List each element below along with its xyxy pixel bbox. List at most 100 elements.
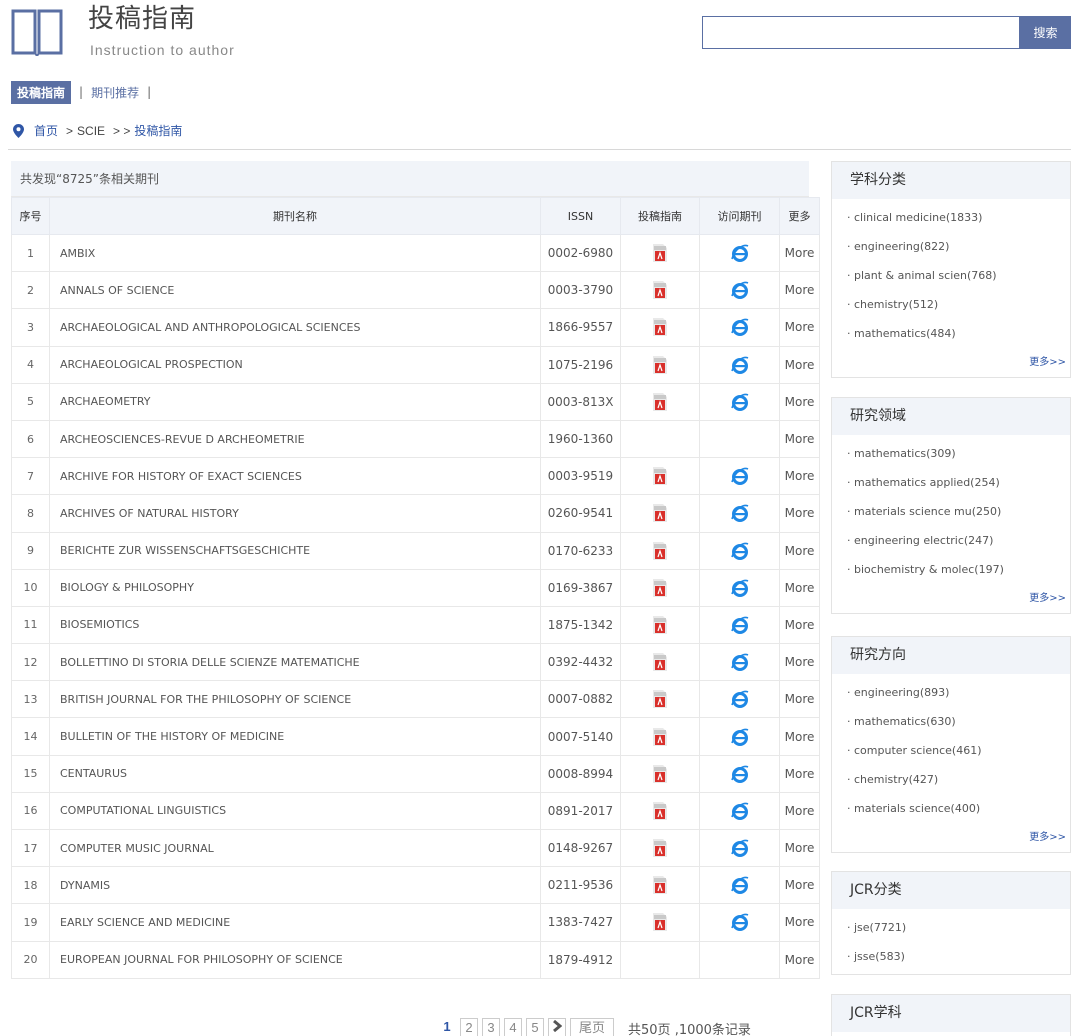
sidebar-item[interactable]: mathematics(309) bbox=[847, 444, 1070, 473]
page-5-link[interactable]: 5 bbox=[526, 1018, 544, 1036]
pdf-icon[interactable] bbox=[653, 801, 667, 820]
more-link[interactable]: More bbox=[779, 903, 820, 942]
journal-name[interactable]: ANNALS OF SCIENCE bbox=[49, 271, 541, 310]
pdf-icon[interactable] bbox=[653, 355, 667, 374]
pdf-icon[interactable] bbox=[653, 615, 667, 634]
breadcrumb-home[interactable]: 首页 bbox=[34, 122, 58, 139]
ie-browser-icon[interactable] bbox=[730, 876, 749, 895]
journal-name[interactable]: BOLLETTINO DI STORIA DELLE SCIENZE MATEM… bbox=[49, 643, 541, 682]
pdf-icon[interactable] bbox=[653, 392, 667, 411]
breadcrumb-scie[interactable]: SCIE bbox=[77, 124, 105, 138]
ie-browser-icon[interactable] bbox=[730, 542, 749, 560]
more-link[interactable]: More bbox=[779, 754, 820, 793]
journal-name[interactable]: AMBIX bbox=[49, 233, 541, 273]
pdf-icon[interactable] bbox=[653, 318, 667, 337]
page-2-link[interactable]: 2 bbox=[460, 1018, 478, 1036]
journal-name[interactable]: BRITISH JOURNAL FOR THE PHILOSOPHY OF SC… bbox=[49, 680, 541, 719]
ie-browser-icon[interactable] bbox=[730, 356, 749, 374]
ie-browser-icon[interactable] bbox=[730, 393, 749, 411]
more-link[interactable]: More bbox=[779, 568, 820, 607]
ie-browser-icon[interactable] bbox=[730, 616, 749, 634]
more-link[interactable]: More bbox=[779, 605, 820, 645]
ie-browser-icon[interactable] bbox=[730, 244, 749, 263]
more-link[interactable]: More bbox=[779, 680, 820, 719]
ie-browser-icon[interactable] bbox=[730, 839, 749, 858]
tab-recommend[interactable]: 期刊推荐 bbox=[91, 84, 139, 101]
sidebar-item[interactable]: jsse(583) bbox=[847, 947, 1070, 976]
page-3-link[interactable]: 3 bbox=[482, 1018, 500, 1036]
sidebar-item[interactable]: mathematics applied(254) bbox=[847, 473, 1070, 502]
search-input[interactable] bbox=[702, 16, 1020, 49]
more-link[interactable]: More bbox=[779, 345, 820, 384]
pdf-icon[interactable] bbox=[653, 653, 667, 672]
more-link[interactable]: More bbox=[779, 308, 820, 347]
journal-name[interactable]: EUROPEAN JOURNAL FOR PHILOSOPHY OF SCIEN… bbox=[49, 940, 541, 979]
more-link[interactable]: More bbox=[779, 233, 820, 273]
sidebar-item[interactable]: biochemistry & molec(197) bbox=[847, 560, 1070, 589]
last-page-button[interactable]: 尾页 bbox=[570, 1018, 615, 1036]
journal-name[interactable]: ARCHEOSCIENCES-REVUE D ARCHEOMETRIE bbox=[49, 419, 541, 459]
journal-name[interactable]: COMPUTATIONAL LINGUISTICS bbox=[49, 791, 541, 831]
pdf-icon[interactable] bbox=[653, 876, 667, 895]
journal-name[interactable]: BIOSEMIOTICS bbox=[49, 605, 541, 645]
journal-name[interactable]: EARLY SCIENCE AND MEDICINE bbox=[49, 903, 541, 942]
pdf-icon[interactable] bbox=[653, 690, 667, 709]
pdf-icon[interactable] bbox=[653, 541, 667, 560]
sidebar-item[interactable]: mathematics(484) bbox=[847, 324, 1070, 353]
more-link[interactable]: More bbox=[779, 791, 820, 831]
search-button[interactable]: 搜索 bbox=[1020, 16, 1071, 49]
pdf-icon[interactable] bbox=[653, 281, 667, 300]
sidebar-more-link[interactable]: 更多>> bbox=[832, 828, 1070, 848]
ie-browser-icon[interactable] bbox=[730, 765, 749, 783]
journal-name[interactable]: BIOLOGY & PHILOSOPHY bbox=[49, 568, 541, 607]
sidebar-item[interactable]: mathematics(630) bbox=[847, 712, 1070, 741]
more-link[interactable]: More bbox=[779, 271, 820, 310]
pdf-icon[interactable] bbox=[653, 578, 667, 597]
journal-name[interactable]: BERICHTE ZUR WISSENSCHAFTSGESCHICHTE bbox=[49, 531, 541, 570]
sidebar-more-link[interactable]: 更多>> bbox=[832, 589, 1070, 609]
next-page-button[interactable] bbox=[548, 1018, 566, 1036]
sidebar-more-link[interactable]: 更多>> bbox=[832, 353, 1070, 373]
journal-name[interactable]: BULLETIN OF THE HISTORY OF MEDICINE bbox=[49, 717, 541, 756]
journal-name[interactable]: DYNAMIS bbox=[49, 866, 541, 905]
ie-browser-icon[interactable] bbox=[730, 579, 749, 597]
journal-name[interactable]: ARCHAEOLOGICAL PROSPECTION bbox=[49, 345, 541, 384]
tab-instruction[interactable]: 投稿指南 bbox=[11, 80, 72, 104]
journal-name[interactable]: ARCHIVE FOR HISTORY OF EXACT SCIENCES bbox=[49, 457, 541, 496]
sidebar-item[interactable]: engineering(822) bbox=[847, 237, 1070, 266]
pdf-icon[interactable] bbox=[653, 764, 667, 783]
sidebar-item[interactable]: engineering(893) bbox=[847, 683, 1070, 712]
journal-name[interactable]: ARCHAEOLOGICAL AND ANTHROPOLOGICAL SCIEN… bbox=[49, 308, 541, 347]
pdf-icon[interactable] bbox=[653, 913, 667, 932]
sidebar-item[interactable]: chemistry(512) bbox=[847, 295, 1070, 324]
sidebar-item[interactable]: plant & animal scien(768) bbox=[847, 266, 1070, 295]
sidebar-item[interactable]: computer science(461) bbox=[847, 741, 1070, 770]
sidebar-item[interactable]: chemistry(427) bbox=[847, 770, 1070, 799]
ie-browser-icon[interactable] bbox=[730, 690, 749, 709]
pdf-icon[interactable] bbox=[653, 244, 667, 263]
more-link[interactable]: More bbox=[779, 643, 820, 682]
sidebar-item[interactable]: clinical medicine(1833) bbox=[847, 208, 1070, 237]
ie-browser-icon[interactable] bbox=[730, 504, 749, 523]
journal-name[interactable]: CENTAURUS bbox=[49, 754, 541, 793]
more-link[interactable]: More bbox=[779, 494, 820, 533]
page-4-link[interactable]: 4 bbox=[504, 1018, 522, 1036]
sidebar-item[interactable]: materials science mu(250) bbox=[847, 502, 1070, 531]
ie-browser-icon[interactable] bbox=[730, 653, 749, 672]
sidebar-item[interactable]: jse(7721) bbox=[847, 918, 1070, 947]
pdf-icon[interactable] bbox=[653, 727, 667, 746]
journal-name[interactable]: ARCHAEOMETRY bbox=[49, 382, 541, 421]
page-1-link[interactable]: 1 bbox=[438, 1018, 456, 1036]
ie-browser-icon[interactable] bbox=[730, 467, 749, 486]
journal-name[interactable]: ARCHIVES OF NATURAL HISTORY bbox=[49, 494, 541, 533]
journal-name[interactable]: COMPUTER MUSIC JOURNAL bbox=[49, 828, 541, 868]
ie-browser-icon[interactable] bbox=[730, 281, 749, 300]
ie-browser-icon[interactable] bbox=[730, 318, 749, 337]
more-link[interactable]: More bbox=[779, 828, 820, 868]
more-link[interactable]: More bbox=[779, 382, 820, 421]
sidebar-item[interactable]: engineering electric(247) bbox=[847, 531, 1070, 560]
sidebar-item[interactable]: materials science(400) bbox=[847, 799, 1070, 828]
pdf-icon[interactable] bbox=[653, 504, 667, 523]
more-link[interactable]: More bbox=[779, 457, 820, 496]
pdf-icon[interactable] bbox=[653, 839, 667, 858]
